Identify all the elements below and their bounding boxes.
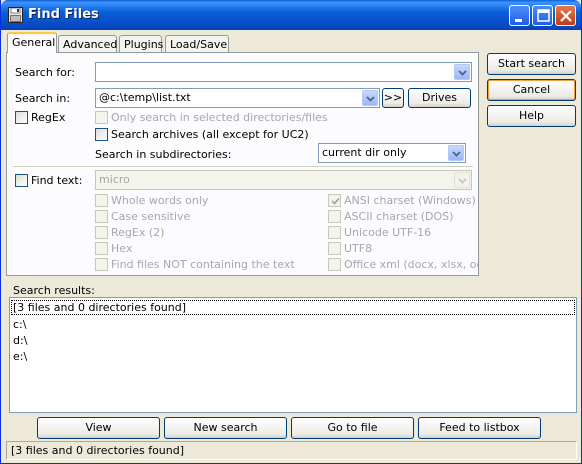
subdirs-combobox[interactable]: current dir only: [318, 143, 466, 163]
list-item[interactable]: c:\: [13, 318, 26, 331]
feed-to-listbox-button[interactable]: Feed to listbox: [418, 417, 541, 439]
subdirs-value: current dir only: [322, 146, 407, 159]
only-selected-checkbox[interactable]: [95, 111, 108, 124]
ascii-charset-checkbox[interactable]: [328, 210, 341, 223]
search-archives-label: Search archives (all except for UC2): [111, 128, 309, 141]
whole-words-checkbox[interactable]: [95, 194, 108, 207]
search-archives-checkbox[interactable]: [95, 128, 108, 141]
unicode-utf16-checkbox[interactable]: [328, 226, 341, 239]
search-for-dropdown-button[interactable]: [454, 64, 470, 80]
window-title: Find Files: [28, 7, 99, 22]
case-sensitive-checkbox[interactable]: [95, 210, 108, 223]
chevron-down-icon: [458, 178, 467, 184]
utf8-checkbox[interactable]: [328, 242, 341, 255]
status-bar: [3 files and 0 directories found]: [6, 441, 577, 460]
chevron-down-icon: [452, 151, 461, 157]
help-button[interactable]: Help: [487, 105, 576, 127]
search-in-combobox[interactable]: @c:\temp\list.txt: [95, 88, 380, 108]
find-text-checkbox[interactable]: [15, 174, 28, 187]
chevron-down-icon: [458, 70, 467, 76]
divider: [13, 166, 473, 167]
ascii-charset-label: ASCII charset (DOS): [344, 210, 454, 223]
list-item[interactable]: [3 files and 0 directories found]: [11, 300, 575, 315]
list-item[interactable]: d:\: [13, 334, 27, 347]
find-files-window: Find Files General Advanced Plugins Load…: [0, 0, 582, 464]
only-selected-label: Only search in selected directories/file…: [111, 111, 328, 124]
search-in-dropdown-button[interactable]: [362, 90, 378, 106]
floppy-disk-icon: [8, 7, 23, 23]
find-text-combobox[interactable]: micro: [95, 170, 472, 190]
office-xml-checkbox[interactable]: [328, 258, 341, 271]
maximize-icon: [537, 9, 550, 22]
general-tab-panel: [6, 52, 479, 276]
checkmark-icon: [331, 197, 340, 205]
find-text-value: micro: [99, 173, 130, 186]
regex-label: RegEx: [31, 111, 66, 124]
maximize-button[interactable]: [532, 5, 553, 26]
utf8-label: UTF8: [344, 242, 373, 255]
tab-general[interactable]: General: [7, 32, 57, 53]
view-button[interactable]: View: [37, 417, 160, 439]
not-containing-label: Find files NOT containing the text: [111, 258, 295, 271]
search-in-value: @c:\temp\list.txt: [99, 91, 191, 104]
title-bar: Find Files: [1, 0, 581, 30]
hex-checkbox[interactable]: [95, 242, 108, 255]
regex2-checkbox[interactable]: [95, 226, 108, 239]
subdirs-dropdown-button[interactable]: [448, 145, 464, 161]
close-button[interactable]: [555, 5, 576, 26]
regex2-label: RegEx (2): [111, 226, 165, 239]
minimize-button[interactable]: [509, 5, 530, 26]
search-results-label: Search results:: [13, 284, 95, 297]
start-search-button[interactable]: Start search: [487, 53, 576, 75]
search-for-label: Search for:: [15, 66, 75, 79]
cancel-button[interactable]: Cancel: [487, 79, 576, 101]
tab-plugins[interactable]: Plugins: [119, 35, 163, 53]
search-in-label: Search in:: [15, 92, 71, 105]
ansi-charset-checkbox[interactable]: [328, 194, 341, 207]
search-results-list[interactable]: [3 files and 0 directories found] c:\ d:…: [9, 297, 577, 413]
ansi-charset-label: ANSI charset (Windows): [344, 194, 476, 207]
new-search-button[interactable]: New search: [164, 417, 287, 439]
search-for-combobox[interactable]: [95, 62, 472, 82]
chevron-down-icon: [366, 96, 375, 102]
subdirs-label: Search in subdirectories:: [95, 148, 232, 161]
office-xml-label: Office xml (docx, xlsx, odt etc: [344, 258, 478, 271]
go-to-file-button[interactable]: Go to file: [291, 417, 414, 439]
tab-load-save[interactable]: Load/Save: [165, 35, 229, 53]
case-sensitive-label: Case sensitive: [111, 210, 191, 223]
list-item[interactable]: e:\: [13, 350, 27, 363]
hex-label: Hex: [111, 242, 133, 255]
tab-advanced[interactable]: Advanced: [58, 35, 117, 53]
find-text-dropdown-button[interactable]: [454, 172, 470, 188]
drives-button[interactable]: Drives: [408, 88, 471, 108]
unicode-utf16-label: Unicode UTF-16: [344, 226, 432, 239]
browse-button[interactable]: >>: [382, 88, 404, 108]
close-icon: [560, 10, 572, 22]
minimize-icon: [515, 19, 522, 22]
find-text-label: Find text:: [31, 174, 83, 187]
regex-checkbox[interactable]: [15, 111, 28, 124]
not-containing-checkbox[interactable]: [95, 258, 108, 271]
whole-words-label: Whole words only: [111, 194, 209, 207]
